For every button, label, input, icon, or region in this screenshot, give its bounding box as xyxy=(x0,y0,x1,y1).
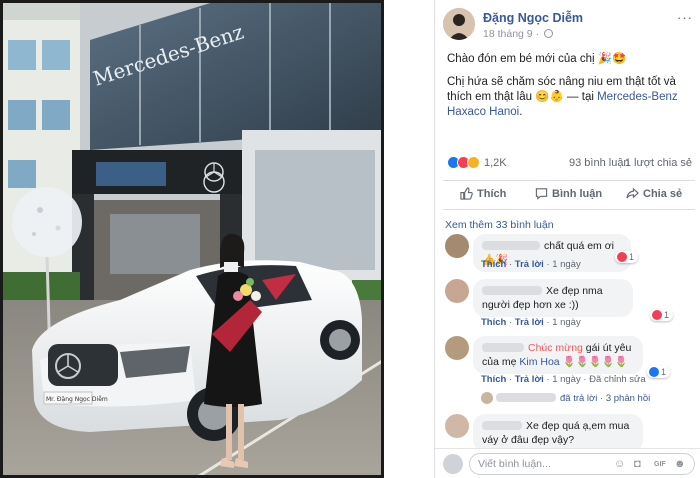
comment-input-placeholder: Viết bình luận... xyxy=(478,458,551,470)
post-line-1: Chào đón em bé mới của chị 🎉🤩 xyxy=(447,53,627,65)
comment-reply-link[interactable]: Trả lời xyxy=(515,374,544,385)
post-detail-panel: Đặng Ngọc Diễm 18 tháng 9 · ··· Chào đón… xyxy=(434,0,700,478)
commenter-avatar[interactable] xyxy=(445,336,469,360)
author-avatar[interactable] xyxy=(443,8,475,40)
reaction-count[interactable]: 1,2K xyxy=(484,157,507,169)
comment-reaction-badge[interactable]: 1 xyxy=(650,309,674,321)
comment-bubble: Chúc mừng gái út yêu của mẹ Kim Hoa 🌷🌷🌷🌷… xyxy=(473,336,643,374)
viewer-avatar xyxy=(443,454,463,474)
meta-separator: · xyxy=(535,28,540,40)
comment-reaction-badge[interactable]: 1 xyxy=(647,366,671,378)
view-more-comments-link[interactable]: Xem thêm 33 bình luận xyxy=(445,219,554,231)
share-icon xyxy=(626,187,639,199)
comment-time[interactable]: 1 ngày xyxy=(552,259,581,270)
comment-actions: Thích · Trả lời · 1 ngày xyxy=(481,259,581,270)
gif-icon[interactable]: GIF xyxy=(654,459,666,470)
like-icon xyxy=(649,367,659,377)
globe-icon xyxy=(543,29,553,38)
mentioned-user[interactable]: Kim Hoa xyxy=(519,356,559,368)
thumbs-up-icon xyxy=(460,187,473,200)
comment-actions: Thích · Trả lời · 1 ngày xyxy=(481,317,581,328)
comment-input[interactable]: Viết bình luận... ☺ ◘ GIF ☻ xyxy=(469,453,695,475)
redacted-name xyxy=(496,393,556,402)
edited-label[interactable]: Đã chỉnh sửa xyxy=(589,374,646,385)
comment-like-link[interactable]: Thích xyxy=(481,317,506,328)
comment-bubble: Xe đẹp quá ạ,em mua váy ở đâu đẹp vậy? xyxy=(473,414,643,452)
replies-count: 3 phản hồi xyxy=(605,393,651,404)
post-meta: 18 tháng 9 · xyxy=(483,28,553,40)
like-label: Thích xyxy=(477,188,507,200)
share-button[interactable]: Chia sẻ xyxy=(626,187,682,200)
post-photo[interactable]: Mercedes-Benz Mr. Đặng Ngọc Diễm xyxy=(0,0,384,478)
post-line-2: Chị hứa sẽ chăm sóc nâng niu em thật tốt… xyxy=(447,75,692,120)
comment-composer: Viết bình luận... ☺ ◘ GIF ☻ xyxy=(435,448,700,478)
license-plate: Mr. Đặng Ngọc Diễm xyxy=(46,396,108,403)
love-icon xyxy=(652,310,662,320)
photo-scene: Mercedes-Benz Mr. Đặng Ngọc Diễm xyxy=(0,0,384,478)
reaction-summary: 1,2K 93 bình luận 1 lượt chia sẻ xyxy=(447,154,692,172)
love-icon xyxy=(617,252,627,262)
commenter-avatar[interactable] xyxy=(445,279,469,303)
comment-highlight: Chúc mừng xyxy=(528,342,583,354)
shares-count[interactable]: 1 lượt chia sẻ xyxy=(625,157,692,169)
redacted-name[interactable] xyxy=(482,286,542,295)
post-action-bar: Thích Bình luận Chia sẻ xyxy=(443,180,695,210)
emoji-icon[interactable]: ☺ xyxy=(614,459,626,470)
replies-summary[interactable]: đã trả lời · 3 phản hồi xyxy=(481,392,650,404)
replier-avatar xyxy=(481,392,493,404)
comment-bubble: Xe đẹp nma người đẹp hơn xe :)) xyxy=(473,279,633,317)
author-name[interactable]: Đặng Ngọc Diễm xyxy=(483,11,583,25)
comment-like-link[interactable]: Thích xyxy=(481,259,506,270)
comment-reaction-count: 1 xyxy=(664,310,670,320)
comment-like-link[interactable]: Thích xyxy=(481,374,506,385)
comment-icon xyxy=(535,188,548,200)
comment-time[interactable]: 1 ngày xyxy=(552,374,581,385)
balloon xyxy=(12,187,82,257)
comment-time[interactable]: 1 ngày xyxy=(552,317,581,328)
wow-icon[interactable] xyxy=(467,156,480,169)
more-options-button[interactable]: ··· xyxy=(677,10,693,25)
post-date[interactable]: 18 tháng 9 xyxy=(483,28,533,40)
comment-text-end: 🌷🌷🌷🌷🌷 xyxy=(559,356,628,368)
share-label: Chia sẻ xyxy=(643,188,683,200)
like-button[interactable]: Thích xyxy=(460,187,506,200)
comment-reply-link[interactable]: Trả lời xyxy=(515,259,544,270)
comments-count[interactable]: 93 bình luận xyxy=(569,157,630,169)
redacted-name[interactable] xyxy=(482,343,524,352)
commenter-avatar[interactable] xyxy=(445,234,469,258)
sticker-icon[interactable]: ☻ xyxy=(674,459,686,470)
redacted-name[interactable] xyxy=(482,241,540,250)
post-header: Đặng Ngọc Diễm 18 tháng 9 · ··· xyxy=(435,0,700,46)
comment-actions: Thích · Trả lời · 1 ngày · Đã chỉnh sửa xyxy=(481,374,646,385)
replied-text: đã trả lời xyxy=(560,393,598,404)
comment-reaction-count: 1 xyxy=(629,252,635,262)
commenter-avatar[interactable] xyxy=(445,414,469,438)
post-line-2-end: . xyxy=(519,106,523,118)
comment-button[interactable]: Bình luận xyxy=(535,187,602,200)
comment-label: Bình luận xyxy=(552,188,603,200)
comment-reaction-badge[interactable]: 1 xyxy=(615,251,639,263)
reply-separator: · xyxy=(600,393,604,404)
post-text: Chào đón em bé mới của chị 🎉🤩 Chị hứa sẽ… xyxy=(447,52,692,128)
photo-panel-gap xyxy=(384,0,434,478)
comment-reaction-count: 1 xyxy=(661,367,667,377)
redacted-name[interactable] xyxy=(482,421,522,430)
camera-icon[interactable]: ◘ xyxy=(634,459,646,470)
comment-reply-link[interactable]: Trả lời xyxy=(515,317,544,328)
